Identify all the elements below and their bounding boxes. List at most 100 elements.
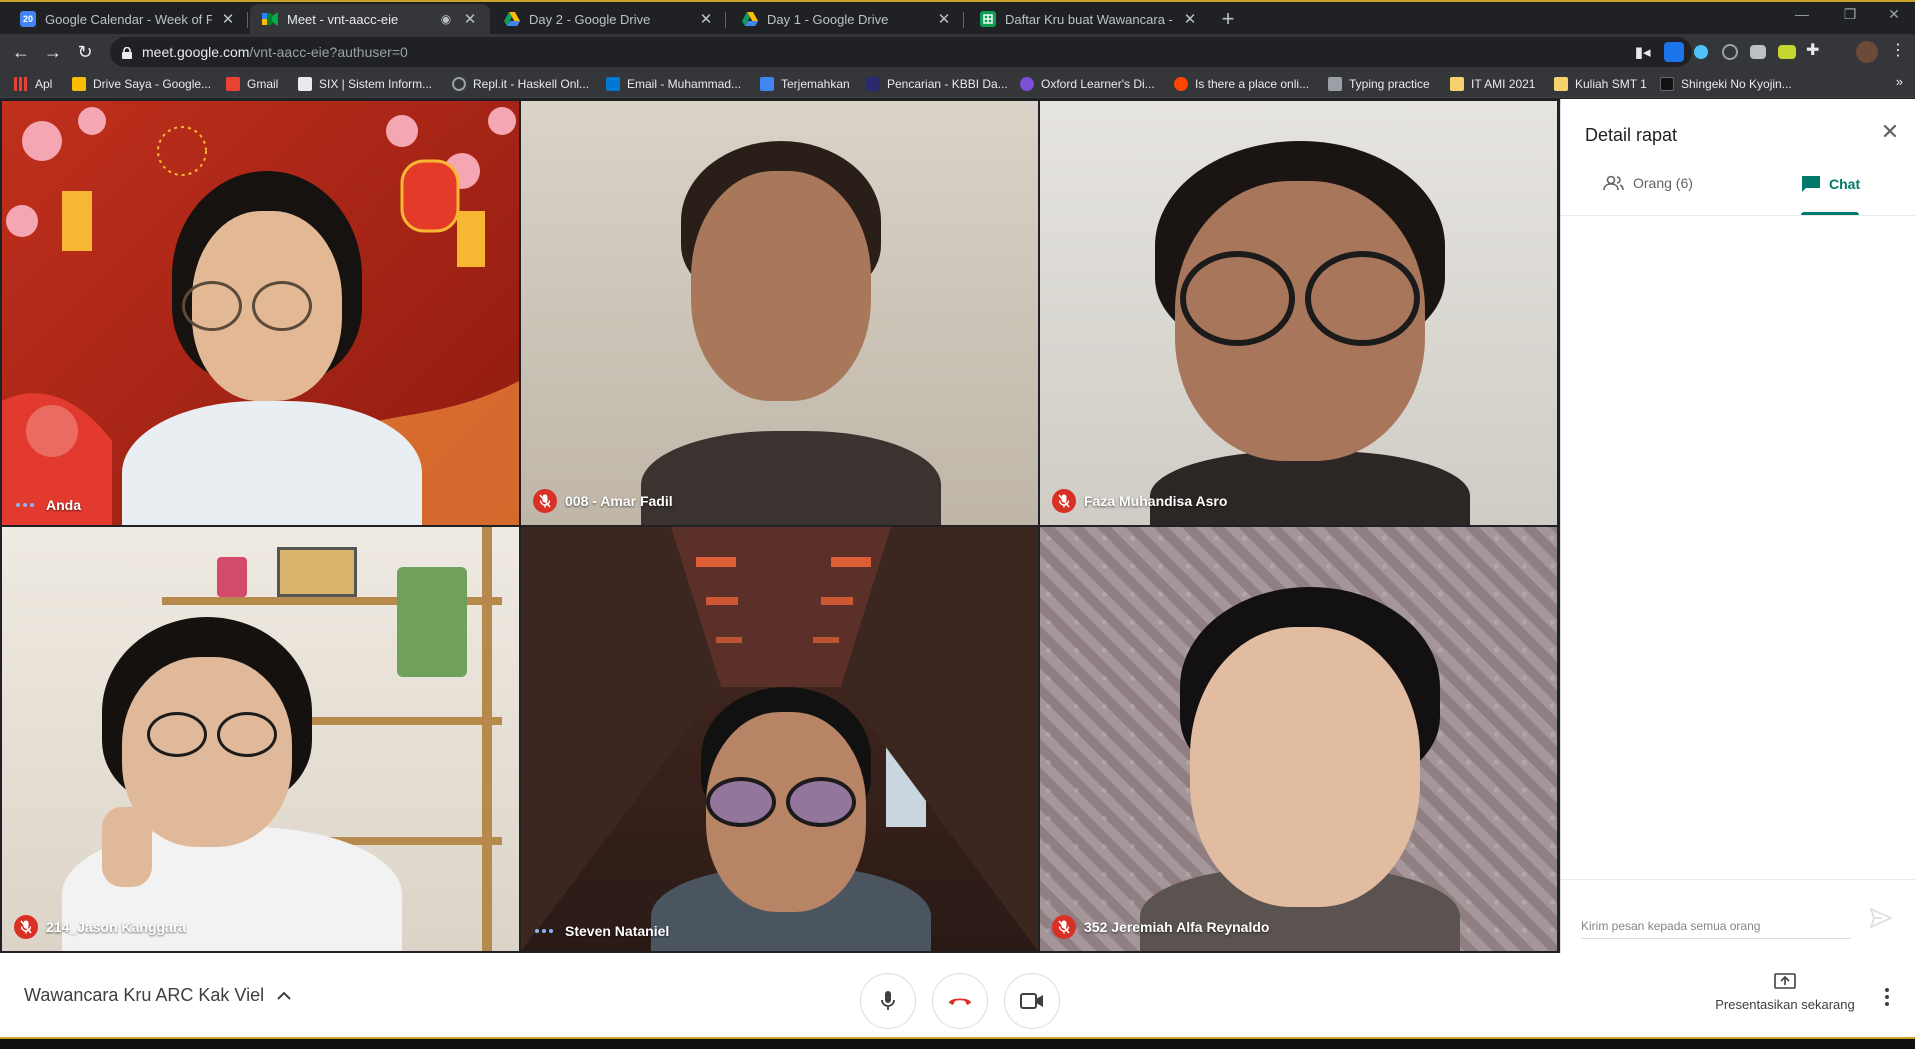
bookmark-reddit[interactable]: Is there a place onli... — [1174, 75, 1309, 93]
close-icon[interactable]: ✕ — [220, 10, 236, 28]
tab-day1-drive[interactable]: Day 1 - Google Drive ✕ — [730, 4, 964, 34]
present-now-button[interactable]: Presentasikan sekarang — [1700, 973, 1870, 1012]
participant-tile-self[interactable]: Anda — [2, 101, 519, 525]
new-tab-button[interactable]: + — [1214, 6, 1242, 34]
meeting-title: Wawancara Kru ARC Kak Viel — [24, 985, 265, 1005]
puzzle-icon[interactable]: ✚ — [1806, 40, 1826, 60]
calendar-icon: 20 — [20, 11, 36, 27]
participant-name: 008 - Amar Fadil — [565, 493, 673, 509]
screenshot-extension-icon[interactable] — [1750, 45, 1766, 59]
participant-name: Anda — [46, 497, 81, 513]
minimize-icon[interactable]: — — [1782, 6, 1822, 22]
mic-off-icon — [14, 915, 38, 939]
close-icon[interactable]: ✕ — [698, 10, 714, 28]
tab-google-calendar[interactable]: 20 Google Calendar - Week of Febru ✕ — [8, 4, 248, 34]
camera-blocked-icon[interactable]: ▮◂ — [1635, 43, 1651, 61]
bookmark-shingeki[interactable]: Shingeki No Kyojin... — [1660, 75, 1792, 93]
bookmark-kbbi[interactable]: Pencarian - KBBI Da... — [866, 75, 1008, 93]
folder-icon — [1554, 77, 1568, 91]
drive-icon — [504, 11, 520, 27]
bookmark-six[interactable]: SIX | Sistem Inform... — [298, 75, 432, 93]
chevron-up-icon — [277, 991, 291, 1000]
menu-icon[interactable]: ⋮ — [1890, 40, 1906, 60]
speaking-indicator-icon — [535, 929, 553, 933]
chat-compose — [1561, 879, 1915, 953]
reddit-icon — [1174, 77, 1188, 91]
leave-call-button[interactable] — [932, 973, 988, 1029]
bookmark-folder-kuliah[interactable]: Kuliah SMT 1 — [1554, 75, 1647, 93]
video-grid: Anda 008 - Amar Fadil Faza Muhandisa Asr… — [0, 99, 1560, 953]
participant-tile[interactable]: 008 - Amar Fadil — [521, 101, 1038, 525]
meeting-details-toggle[interactable]: Wawancara Kru ARC Kak Viel — [24, 985, 292, 1006]
tab-title: Google Calendar - Week of Febru — [45, 11, 212, 27]
tab-day2-drive[interactable]: Day 2 - Google Drive ✕ — [492, 4, 726, 34]
translate-icon — [760, 77, 774, 91]
close-icon[interactable]: ✕ — [462, 10, 478, 28]
participant-tile[interactable]: Steven Nataniel — [521, 527, 1038, 951]
kbbi-icon — [866, 77, 880, 91]
close-icon[interactable]: ✕ — [1182, 10, 1198, 28]
back-icon[interactable]: ← — [8, 39, 34, 65]
bookmark-folder-it-ami[interactable]: IT AMI 2021 — [1450, 75, 1535, 93]
folder-icon — [1450, 77, 1464, 91]
bookmark-outlook[interactable]: Email - Muhammad... — [606, 75, 741, 93]
participant-tile[interactable]: Faza Muhandisa Asro — [1040, 101, 1557, 525]
meeting-controls-bar: Wawancara Kru ARC Kak Viel Presentasikan… — [0, 953, 1915, 1037]
tab-people[interactable]: Orang (6) — [1603, 175, 1693, 191]
url-path: /vnt-aacc-eie?authuser=0 — [249, 44, 408, 60]
extension-icon[interactable] — [1722, 44, 1738, 60]
url-host: meet.google.com — [142, 44, 250, 60]
panel-title: Detail rapat — [1585, 125, 1678, 145]
sheets-icon — [980, 11, 996, 27]
more-options-icon[interactable] — [1877, 985, 1897, 1009]
participant-name: Steven Nataniel — [565, 923, 670, 939]
forward-icon[interactable]: → — [40, 39, 66, 65]
extension-icon[interactable] — [1778, 45, 1796, 59]
bookmark-gmail[interactable]: Gmail — [226, 75, 278, 93]
six-icon — [298, 77, 312, 91]
window-close-icon[interactable]: ✕ — [1874, 6, 1914, 23]
extension-icon[interactable] — [1664, 42, 1684, 62]
tab-title: Day 1 - Google Drive — [767, 11, 889, 27]
tab-chat[interactable]: Chat — [1801, 175, 1860, 193]
tab-title: Daftar Kru buat Wawancara - Go — [1005, 11, 1174, 27]
bookmark-drive[interactable]: Drive Saya - Google... — [72, 75, 211, 93]
tab-title: Day 2 - Google Drive — [529, 11, 651, 27]
participant-tile[interactable]: 214_Jason Kanggara — [2, 527, 519, 951]
participant-name: Faza Muhandisa Asro — [1084, 493, 1228, 509]
bookmark-apl[interactable]: Apl — [14, 75, 52, 93]
microphone-icon — [881, 991, 895, 1010]
reload-icon[interactable]: ↻ — [72, 39, 98, 65]
drive-icon — [742, 11, 758, 27]
bookmark-oxford[interactable]: Oxford Learner's Di... — [1020, 75, 1155, 93]
bookmark-translate[interactable]: Terjemahkan — [760, 75, 850, 93]
people-icon — [1603, 175, 1624, 191]
gmail-icon — [226, 77, 240, 91]
mc-icon — [1660, 77, 1674, 91]
oxford-icon — [1020, 77, 1034, 91]
extension-icon[interactable] — [1694, 45, 1708, 59]
send-button[interactable] — [1869, 907, 1898, 936]
microphone-button[interactable] — [860, 973, 916, 1029]
close-icon[interactable]: ✕ — [936, 10, 952, 28]
chat-message-input[interactable] — [1581, 916, 1861, 936]
restore-icon[interactable]: ❐ — [1830, 6, 1870, 23]
outlook-icon — [606, 77, 620, 91]
meet-icon — [262, 11, 278, 27]
tab-meet[interactable]: Meet - vnt-aacc-eie ◉ ✕ — [250, 4, 490, 34]
bookmarks-bar: Apl Drive Saya - Google... Gmail SIX | S… — [0, 70, 1915, 98]
bookmarks-more-button[interactable]: » — [1896, 74, 1903, 89]
mic-off-icon — [1052, 489, 1076, 513]
camera-button[interactable] — [1004, 973, 1060, 1029]
bookmark-typing[interactable]: Typing practice — [1328, 75, 1430, 93]
tab-daftar-kru-sheets[interactable]: Daftar Kru buat Wawancara - Go ✕ — [968, 4, 1210, 34]
avatar[interactable] — [1856, 41, 1878, 63]
bookmark-replit[interactable]: Repl.it - Haskell Onl... — [452, 75, 589, 93]
mic-off-icon — [1052, 915, 1076, 939]
close-icon[interactable]: ✕ — [1875, 117, 1905, 147]
participant-tile[interactable]: 352 Jeremiah Alfa Reynaldo — [1040, 527, 1557, 951]
drive-icon — [72, 77, 86, 91]
address-bar[interactable]: meet.google.com/vnt-aacc-eie?authuser=0 … — [110, 37, 1692, 67]
tab-title: Meet - vnt-aacc-eie — [287, 11, 399, 27]
participant-name: 352 Jeremiah Alfa Reynaldo — [1084, 919, 1270, 935]
